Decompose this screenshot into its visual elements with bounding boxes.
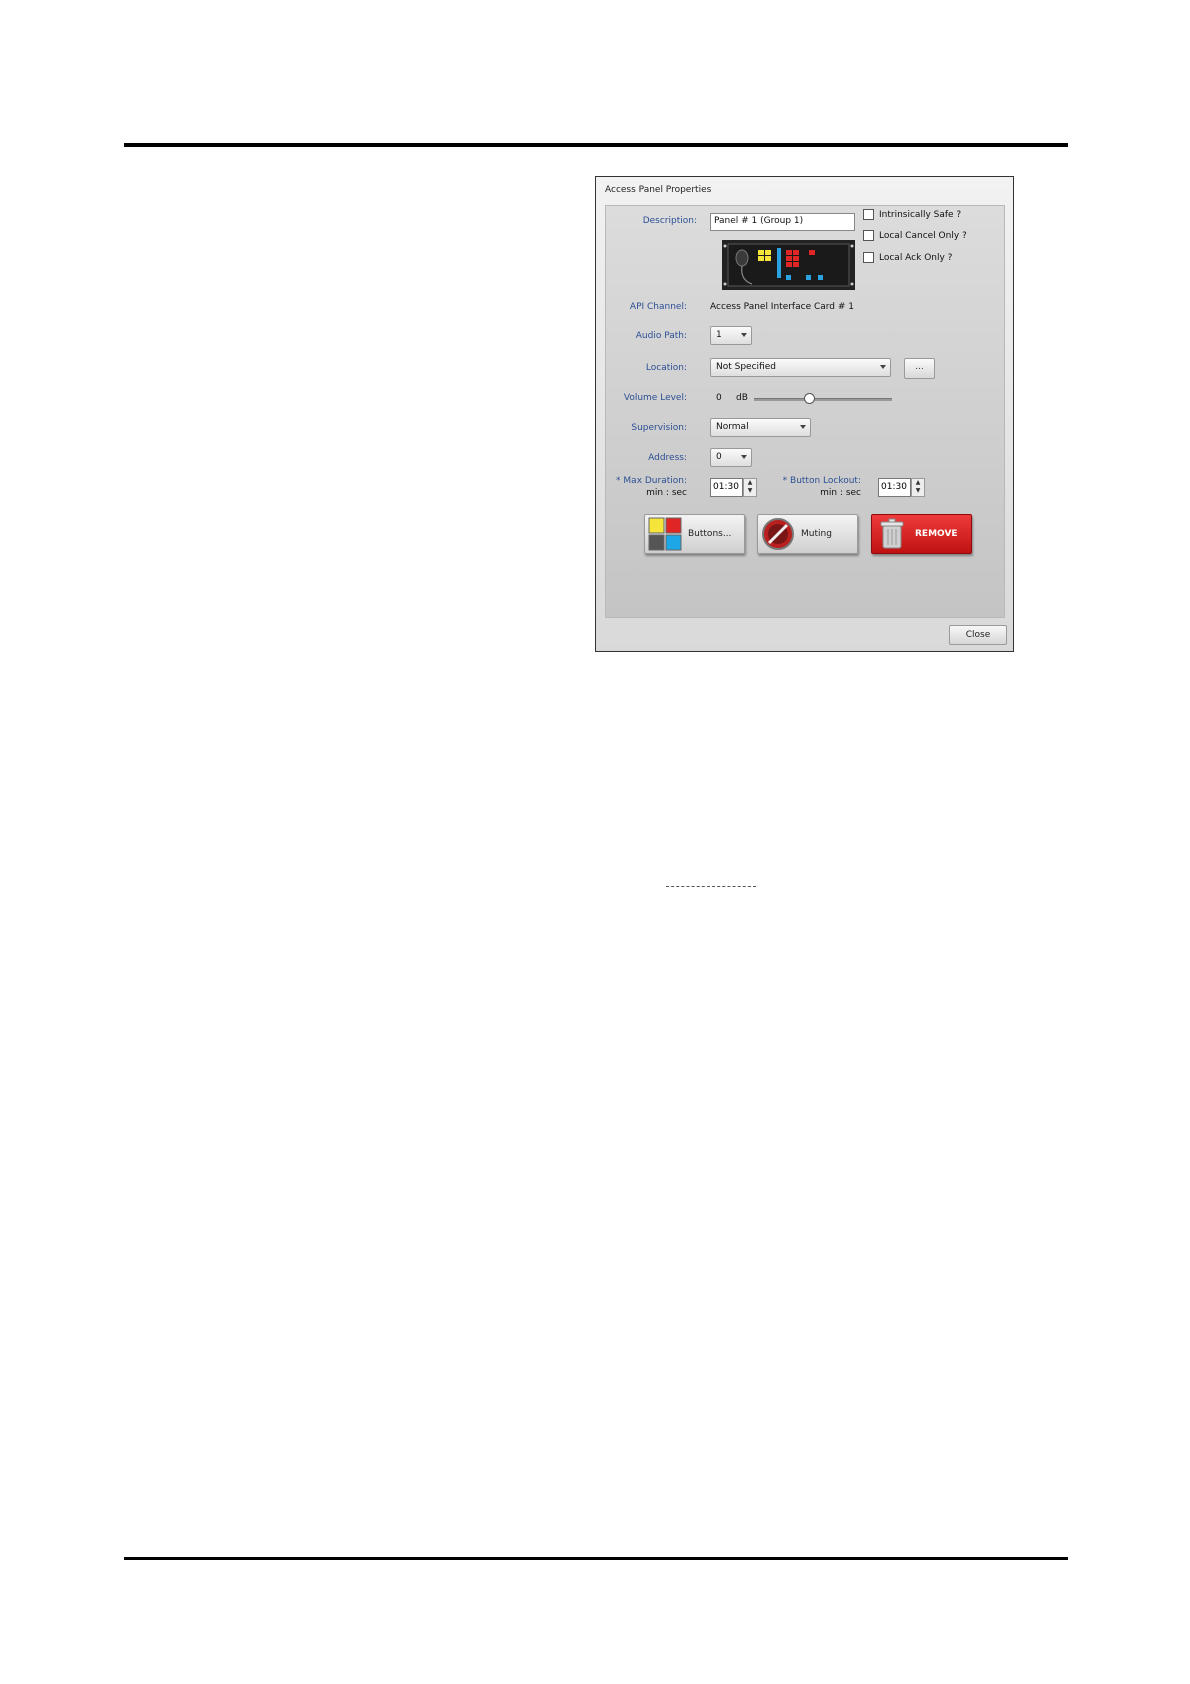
volume-value: 0 — [716, 393, 722, 403]
max-duration-input[interactable]: 01:30 — [710, 478, 743, 497]
properties-panel: Description: Panel # 1 (Group 1) Intrins… — [605, 205, 1005, 618]
checkbox-box[interactable] — [863, 230, 874, 241]
button-grid-icon — [648, 517, 682, 551]
audio-path-value: 1 — [716, 330, 722, 340]
header-rule — [124, 143, 1068, 147]
supervision-select[interactable]: Normal — [710, 418, 811, 437]
address-select[interactable]: 0 — [710, 448, 752, 467]
api-channel-value: Access Panel Interface Card # 1 — [710, 302, 855, 312]
muting-button-label: Muting — [801, 529, 832, 539]
intrinsically-safe-checkbox[interactable]: Intrinsically Safe ? — [863, 209, 961, 220]
local-cancel-only-checkbox[interactable]: Local Cancel Only ? — [863, 230, 967, 241]
volume-level-label: Volume Level: — [623, 393, 687, 403]
checkbox-label: Intrinsically Safe ? — [879, 209, 962, 220]
supervision-value: Normal — [716, 422, 749, 432]
mute-icon — [762, 518, 794, 550]
chevron-down-icon — [880, 365, 886, 369]
buttons-button[interactable]: Buttons... — [644, 514, 745, 554]
location-label: Location: — [645, 363, 687, 373]
description-input[interactable]: Panel # 1 (Group 1) — [710, 213, 855, 231]
description-label: Description: — [642, 216, 697, 226]
spin-arrows-icon[interactable]: ▲ ▼ — [911, 478, 925, 497]
remove-button[interactable]: REMOVE — [871, 514, 972, 554]
dialog-title: Access Panel Properties — [605, 185, 712, 195]
audio-path-label: Audio Path: — [635, 331, 687, 341]
checkbox-label: Local Ack Only ? — [879, 252, 953, 263]
audio-path-select[interactable]: 1 — [710, 326, 752, 345]
panel-device-icon — [722, 240, 855, 290]
api-channel-label: API Channel: — [629, 302, 687, 312]
trash-icon — [880, 518, 904, 549]
footer-rule — [124, 1557, 1068, 1560]
button-lockout-label: * Button Lockout: — [782, 476, 861, 486]
chevron-down-icon — [741, 333, 747, 337]
button-lockout-units: min : sec — [820, 488, 861, 498]
location-select[interactable]: Not Specified — [710, 358, 891, 377]
address-value: 0 — [716, 452, 722, 462]
muting-button[interactable]: Muting — [757, 514, 858, 554]
chevron-down-icon — [741, 455, 747, 459]
local-ack-only-checkbox[interactable]: Local Ack Only ? — [863, 252, 952, 263]
close-button[interactable]: Close — [949, 625, 1007, 645]
checkbox-label: Local Cancel Only ? — [879, 230, 967, 241]
dashed-line — [666, 886, 756, 887]
location-value: Not Specified — [716, 362, 776, 372]
supervision-label: Supervision: — [631, 423, 687, 433]
checkbox-box[interactable] — [863, 252, 874, 263]
volume-slider-thumb[interactable] — [804, 393, 816, 404]
chevron-down-icon — [800, 425, 806, 429]
max-duration-label: * Max Duration: — [616, 476, 687, 486]
buttons-button-label: Buttons... — [688, 529, 732, 539]
access-panel-properties-dialog: Access Panel Properties Description: Pan… — [595, 176, 1014, 652]
location-browse-button[interactable]: ... — [904, 358, 935, 379]
max-duration-units: min : sec — [646, 488, 687, 498]
spin-arrows-icon[interactable]: ▲ ▼ — [743, 478, 757, 497]
volume-unit: dB — [736, 393, 748, 403]
volume-slider-track[interactable] — [754, 398, 892, 401]
remove-button-label: REMOVE — [915, 529, 958, 539]
address-label: Address: — [648, 453, 687, 463]
checkbox-box[interactable] — [863, 209, 874, 220]
button-lockout-input[interactable]: 01:30 — [878, 478, 911, 497]
